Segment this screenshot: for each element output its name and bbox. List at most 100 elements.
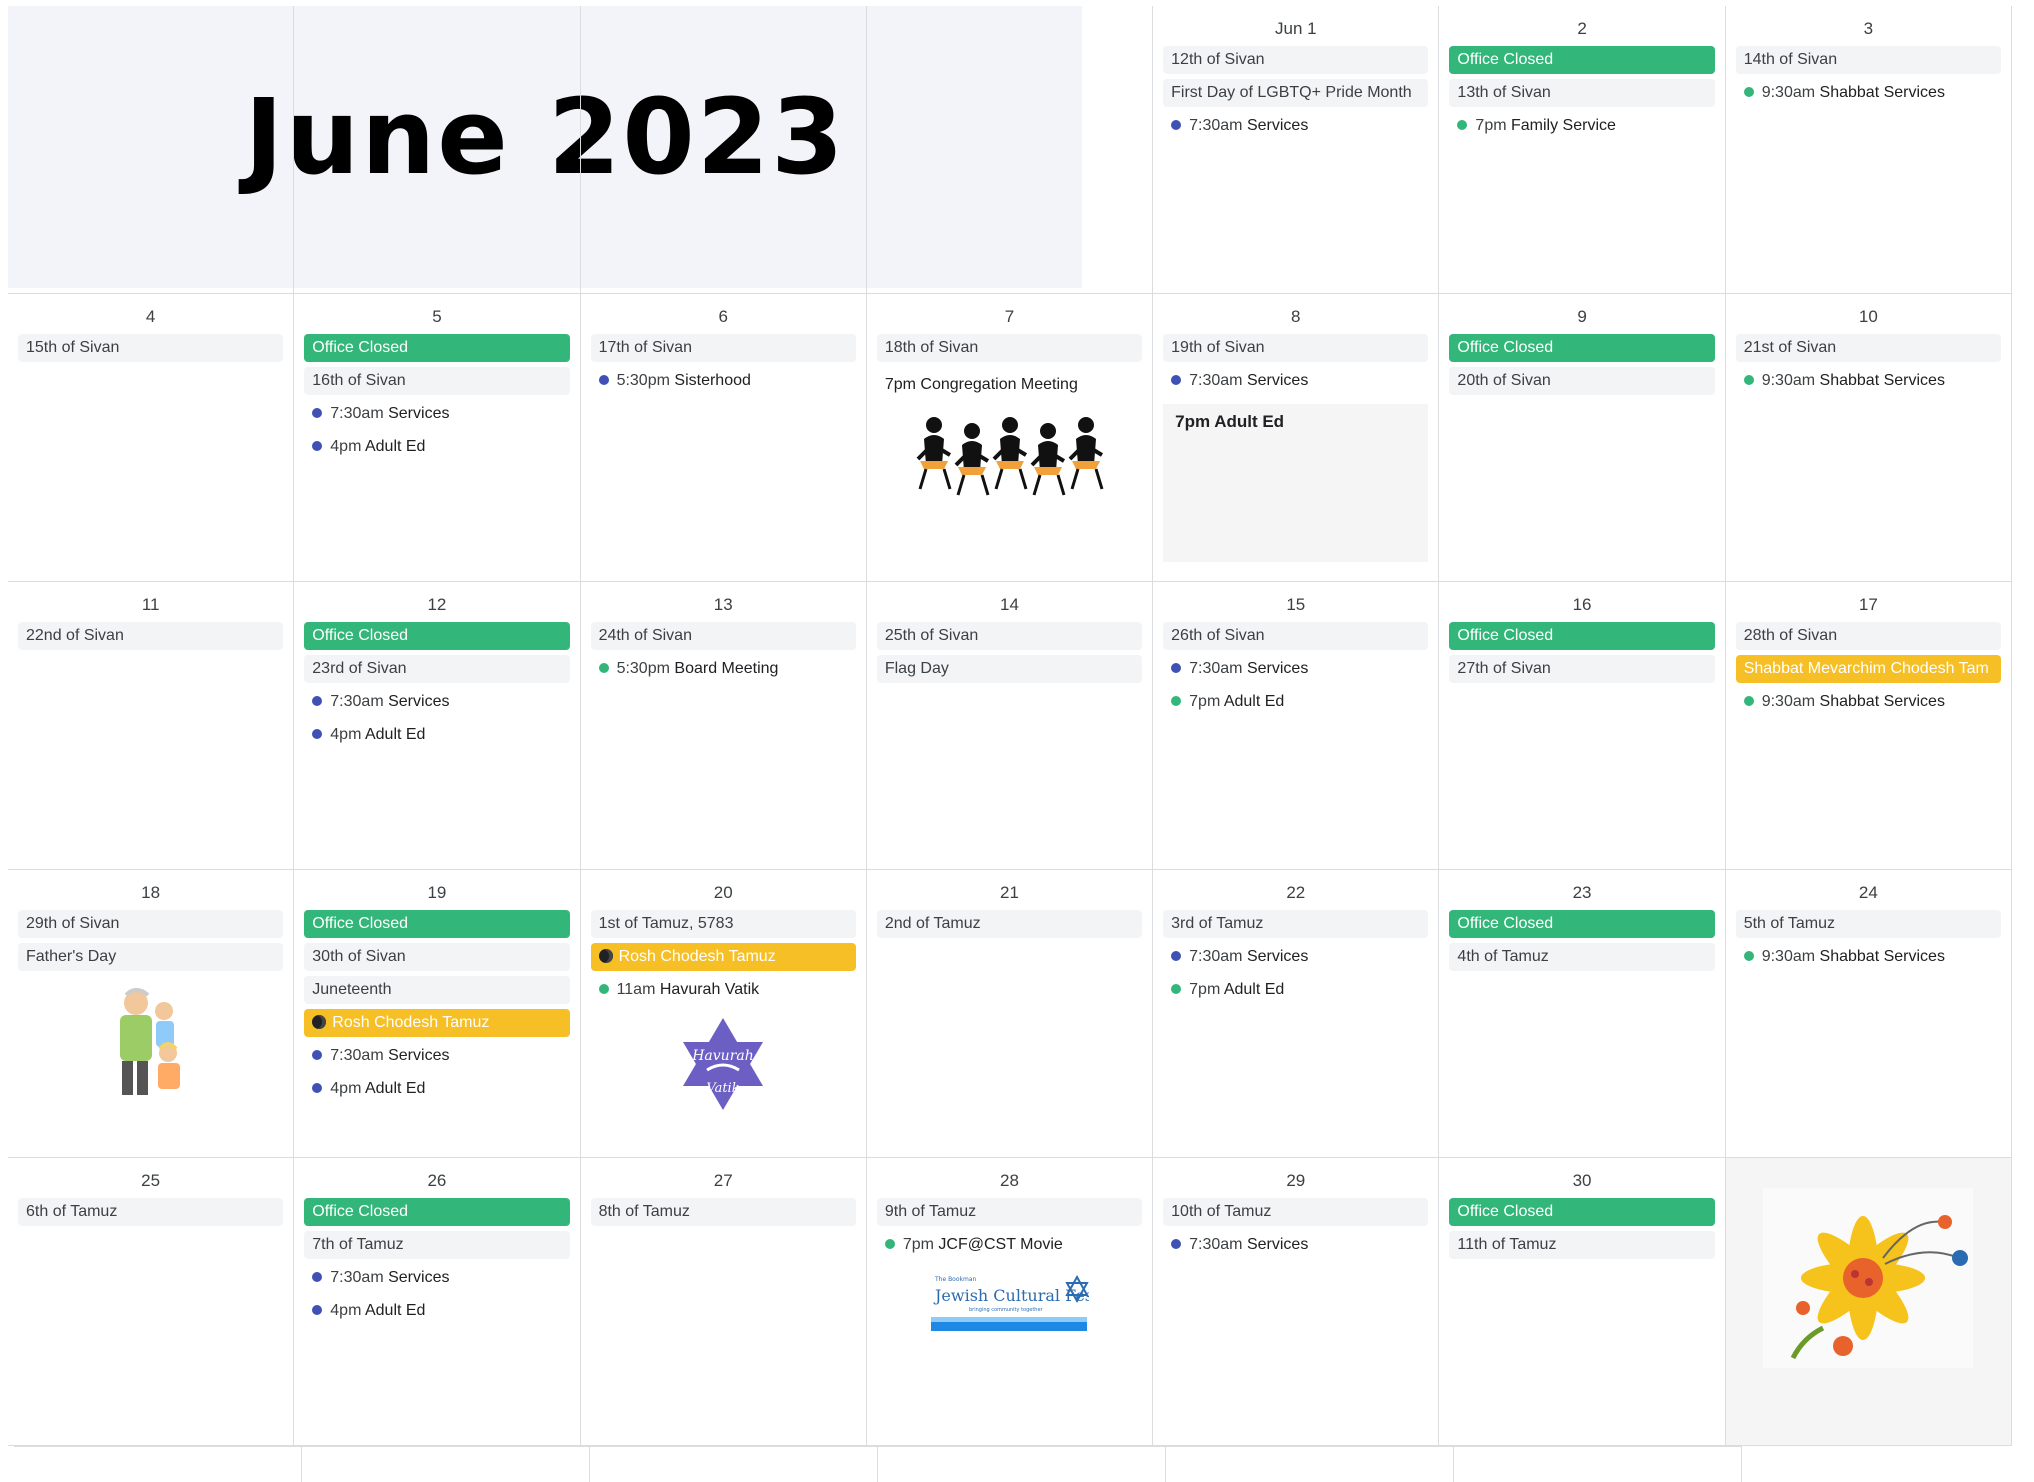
calendar-event[interactable]: 7:30am Services	[1163, 112, 1428, 140]
calendar-event[interactable]: 4pm Adult Ed	[304, 1075, 569, 1103]
calendar-event[interactable]: 7:30am Services	[304, 1264, 569, 1292]
day-number[interactable]: 3	[1736, 12, 2001, 46]
day-number[interactable]: 12	[304, 588, 569, 622]
calendar-event[interactable]: 4pm Adult Ed	[304, 433, 569, 461]
day-number[interactable]: 2	[1449, 12, 1714, 46]
day-number[interactable]: 23	[1449, 876, 1714, 910]
day-number[interactable]: 29	[1163, 1164, 1428, 1198]
office-closed-chip[interactable]: Office Closed	[304, 910, 570, 938]
day-number[interactable]: Jun 1	[1163, 12, 1428, 46]
calendar-event[interactable]: 7:30am Services	[1163, 943, 1428, 971]
day-number[interactable]: 15	[1163, 588, 1428, 622]
day-cell[interactable]	[1725, 1158, 2012, 1446]
calendar-event[interactable]: 9:30am Shabbat Services	[1736, 943, 2001, 971]
office-closed-chip[interactable]: Office Closed	[304, 1198, 570, 1226]
day-number[interactable]: 21	[877, 876, 1142, 910]
office-closed-chip[interactable]: Office Closed	[1449, 910, 1715, 938]
day-number[interactable]: 4	[18, 300, 283, 334]
day-number[interactable]	[304, 12, 569, 46]
day-cell[interactable]: 16 Office Closed 27th of Sivan	[1439, 582, 1726, 870]
office-closed-chip[interactable]: Office Closed	[1449, 46, 1715, 74]
day-cell[interactable]: 19 Office Closed 30th of Sivan Juneteenth Ro…	[294, 870, 581, 1158]
day-cell[interactable]	[866, 6, 1154, 294]
day-cell[interactable]: 17 28th of Sivan Shabbat Mevarchim Chodesh…	[1725, 582, 2012, 870]
day-number[interactable]: 25	[18, 1164, 283, 1198]
day-cell[interactable]: 20 1st of Tamuz, 5783 Rosh Chodesh Tamuz 11…	[580, 870, 867, 1158]
calendar-event[interactable]: 7pm Adult Ed	[1163, 976, 1428, 1004]
calendar-event[interactable]: 7:30am Services	[304, 688, 569, 716]
day-number[interactable]: 6	[591, 300, 856, 334]
day-number[interactable]: 13	[591, 588, 856, 622]
day-number[interactable]: 14	[877, 588, 1142, 622]
day-number[interactable]: 24	[1736, 876, 2001, 910]
day-cell[interactable]: 12 Office Closed 23rd of Sivan 7:30am Servi…	[294, 582, 581, 870]
day-cell[interactable]: 14 25th of Sivan Flag Day	[866, 582, 1154, 870]
office-closed-chip[interactable]: Office Closed	[304, 622, 570, 650]
day-cell[interactable]: 15 26th of Sivan 7:30am Services 7pm Adult …	[1153, 582, 1440, 870]
day-number[interactable]: 11	[18, 588, 283, 622]
day-number[interactable]: 18	[18, 876, 283, 910]
calendar-event[interactable]: 7:30am Services	[304, 1042, 569, 1070]
calendar-event[interactable]: 5:30pm Sisterhood	[591, 367, 856, 395]
day-number[interactable]: 7	[877, 300, 1142, 334]
day-number[interactable]	[591, 12, 856, 46]
day-number[interactable]: 10	[1736, 300, 2001, 334]
holiday-chip[interactable]: Rosh Chodesh Tamuz	[590, 943, 856, 971]
day-cell[interactable]: 10 21st of Sivan 9:30am Shabbat Services	[1725, 294, 2012, 582]
day-cell[interactable]: 6 17th of Sivan 5:30pm Sisterhood	[580, 294, 867, 582]
day-cell[interactable]: 5 Office Closed 16th of Sivan 7:30am Servic…	[294, 294, 581, 582]
day-cell[interactable]: 8 19th of Sivan 7:30am Services 7pm Adult E…	[1153, 294, 1440, 582]
calendar-event[interactable]: 7pm Congregation Meeting	[877, 371, 1142, 399]
day-number[interactable]: 30	[1449, 1164, 1714, 1198]
day-cell[interactable]: 11 22nd of Sivan	[8, 582, 295, 870]
day-cell[interactable]: 7 18th of Sivan 7pm Congregation Meeting	[866, 294, 1154, 582]
day-cell[interactable]	[580, 6, 867, 294]
day-cell[interactable]: 25 6th of Tamuz	[8, 1158, 295, 1446]
day-number[interactable]: 19	[304, 876, 569, 910]
calendar-event[interactable]: 9:30am Shabbat Services	[1736, 367, 2001, 395]
day-number[interactable]: 28	[877, 1164, 1142, 1198]
day-cell[interactable]: 13 24th of Sivan 5:30pm Board Meeting	[580, 582, 867, 870]
day-cell[interactable]: 22 3rd of Tamuz 7:30am Services 7pm Adult E…	[1153, 870, 1440, 1158]
day-cell[interactable]: 28 9th of Tamuz 7pm JCF@CST Movie The Book…	[866, 1158, 1154, 1446]
day-number[interactable]: 16	[1449, 588, 1714, 622]
day-cell[interactable]: 27 8th of Tamuz	[580, 1158, 867, 1446]
day-number[interactable]	[18, 12, 283, 46]
day-cell[interactable]	[8, 6, 295, 294]
day-cell[interactable]: 23 Office Closed 4th of Tamuz	[1439, 870, 1726, 1158]
day-number[interactable]: 20	[591, 876, 856, 910]
day-number[interactable]: 9	[1449, 300, 1714, 334]
calendar-event[interactable]: 7pm JCF@CST Movie	[877, 1231, 1142, 1259]
calendar-event[interactable]: 7pm Family Service	[1449, 112, 1714, 140]
day-number[interactable]	[877, 12, 1142, 46]
calendar-event[interactable]: 4pm Adult Ed	[304, 721, 569, 749]
calendar-event[interactable]: 9:30am Shabbat Services	[1736, 688, 2001, 716]
calendar-event[interactable]: 7pm Adult Ed	[1163, 688, 1428, 716]
calendar-event[interactable]: 9:30am Shabbat Services	[1736, 79, 2001, 107]
day-number[interactable]: 5	[304, 300, 569, 334]
calendar-event[interactable]: 7:30am Services	[1163, 1231, 1428, 1259]
day-cell[interactable]: 4 15th of Sivan	[8, 294, 295, 582]
day-number[interactable]: 8	[1163, 300, 1428, 334]
holiday-chip[interactable]: Rosh Chodesh Tamuz	[304, 1009, 570, 1037]
day-cell[interactable]: Jun 1 12th of Sivan First Day of LGBTQ+ Pr…	[1153, 6, 1440, 294]
day-cell[interactable]: 18 29th of Sivan Father's Day	[8, 870, 295, 1158]
calendar-event[interactable]: 4pm Adult Ed	[304, 1297, 569, 1325]
calendar-event[interactable]: 7:30am Services	[1163, 367, 1428, 395]
day-number[interactable]: 27	[591, 1164, 856, 1198]
day-cell[interactable]	[294, 6, 581, 294]
event-block[interactable]: 7pm Adult Ed	[1163, 404, 1429, 562]
day-cell[interactable]: 30 Office Closed 11th of Tamuz	[1439, 1158, 1726, 1446]
day-number[interactable]: 17	[1736, 588, 2001, 622]
calendar-event[interactable]: 7:30am Services	[1163, 655, 1428, 683]
day-cell[interactable]: 3 14th of Sivan 9:30am Shabbat Services	[1725, 6, 2012, 294]
holiday-chip[interactable]: Shabbat Mevarchim Chodesh Tam	[1735, 655, 2001, 683]
day-cell[interactable]: 2 Office Closed 13th of Sivan 7pm Family Se…	[1439, 6, 1726, 294]
office-closed-chip[interactable]: Office Closed	[1449, 1198, 1715, 1226]
calendar-event[interactable]: 7:30am Services	[304, 400, 569, 428]
office-closed-chip[interactable]: Office Closed	[304, 334, 570, 362]
day-number[interactable]: 22	[1163, 876, 1428, 910]
calendar-event[interactable]: 5:30pm Board Meeting	[591, 655, 856, 683]
day-cell[interactable]: 29 10th of Tamuz 7:30am Services	[1153, 1158, 1440, 1446]
office-closed-chip[interactable]: Office Closed	[1449, 622, 1715, 650]
